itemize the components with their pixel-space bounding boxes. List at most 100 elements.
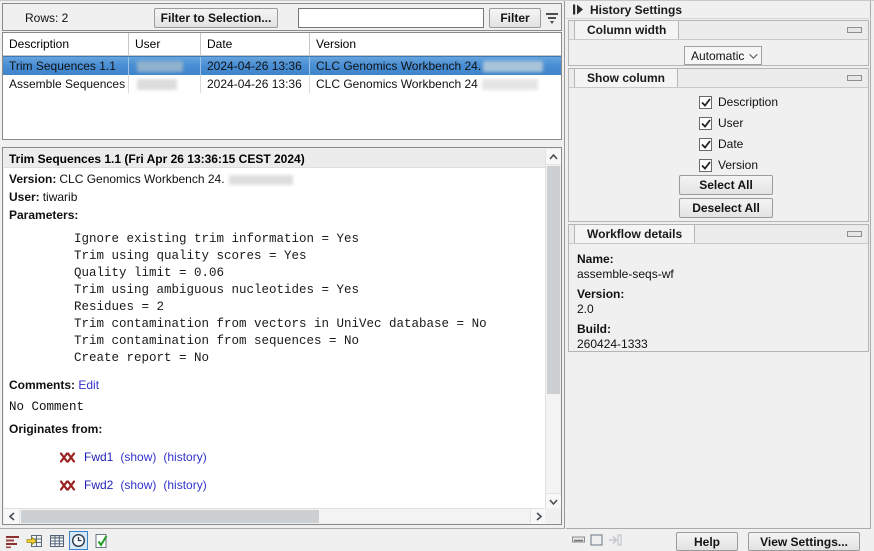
dock-panel-icon — [608, 534, 622, 546]
column-header-date[interactable]: Date — [201, 33, 310, 55]
parameter-line: Trim contamination from sequences = No — [74, 333, 546, 350]
chevron-down-icon — [749, 50, 757, 58]
table-row[interactable]: Trim Sequences 1.1 2024-04-26 13:36 CLC … — [3, 56, 561, 75]
cell-description: Assemble Sequences — [3, 75, 129, 93]
checkbox-description[interactable]: Description — [699, 95, 778, 109]
parameter-line: Ignore existing trim information = Yes — [74, 231, 546, 248]
workflow-details-body: Name: assemble-seqs-wf Version: 2.0 Buil… — [569, 244, 868, 352]
checkbox-checked-icon[interactable] — [699, 96, 712, 109]
checkbox-checked-icon[interactable] — [699, 159, 712, 172]
collapse-section-icon[interactable] — [847, 75, 862, 81]
cell-user — [129, 57, 201, 75]
table-row[interactable]: Assemble Sequences 2024-04-26 13:36 CLC … — [3, 75, 561, 93]
checkbox-label: Description — [718, 95, 778, 109]
horizontal-scrollbar-thumb[interactable] — [21, 510, 319, 523]
parameter-line: Quality limit = 0.06 — [74, 265, 546, 282]
cell-version: CLC Genomics Workbench 24. — [310, 57, 561, 75]
settings-panel-header: History Settings — [566, 1, 871, 19]
sequence-icon — [59, 452, 77, 463]
checkbox-date[interactable]: Date — [699, 137, 743, 151]
redacted-version-detail — [229, 175, 293, 185]
history-detail-panel: Trim Sequences 1.1 (Fri Apr 26 13:36:15 … — [2, 147, 562, 525]
column-width-section: Column width Automatic — [568, 20, 869, 66]
table-view-icon[interactable] — [47, 531, 66, 550]
history-view-window: Rows: 2 Filter to Selection... Filter De… — [0, 0, 874, 551]
workflow-name-label: Name: — [577, 252, 868, 267]
parameter-line: Create report = No — [74, 350, 546, 367]
cell-description: Trim Sequences 1.1 — [3, 57, 129, 75]
table-export-view-icon[interactable] — [25, 531, 44, 550]
checkbox-checked-icon[interactable] — [699, 117, 712, 130]
scroll-left-icon[interactable] — [4, 509, 20, 524]
summary-view-icon[interactable] — [3, 531, 22, 550]
advanced-filter-icon[interactable] — [544, 10, 560, 26]
column-width-dropdown[interactable]: Automatic — [684, 46, 762, 65]
column-header-user[interactable]: User — [129, 33, 201, 55]
checkbox-label: Date — [718, 137, 743, 151]
cell-version: CLC Genomics Workbench 24 — [310, 75, 561, 93]
checkbox-user[interactable]: User — [699, 116, 743, 130]
redacted-version-value — [483, 61, 543, 72]
column-header-description[interactable]: Description — [3, 33, 129, 55]
parameter-line: Trim contamination from vectors in UniVe… — [74, 316, 546, 333]
column-header-version[interactable]: Version — [310, 33, 561, 55]
select-all-button[interactable]: Select All — [679, 175, 773, 195]
deselect-all-button[interactable]: Deselect All — [679, 198, 773, 218]
view-settings-button[interactable]: View Settings... — [748, 532, 860, 551]
history-entry-details: Trim Sequences 1.1 (Fri Apr 26 13:36:15 … — [4, 149, 546, 509]
history-view-icon[interactable] — [69, 531, 88, 550]
element-info-view-icon[interactable] — [91, 531, 110, 550]
section-title: Workflow details — [574, 224, 695, 243]
collapse-panel-icon[interactable] — [572, 4, 584, 15]
panel-edge-divider — [870, 1, 871, 551]
checkbox-checked-icon[interactable] — [699, 138, 712, 151]
cell-date: 2024-04-26 13:36 — [201, 75, 310, 93]
redacted-version-value — [482, 79, 538, 90]
float-panel-icon[interactable] — [590, 534, 603, 546]
scroll-right-icon[interactable] — [530, 509, 546, 524]
parameter-line: Trim using ambiguous nucleotides = Yes — [74, 282, 546, 299]
parameters-label: Parameters: — [4, 209, 546, 222]
help-button[interactable]: Help — [676, 532, 738, 551]
section-title: Show column — [574, 68, 678, 87]
origin-item: Fwd2 (show) (history) — [59, 478, 546, 492]
workflow-version-value: 2.0 — [577, 302, 868, 317]
workflow-build-value: 260424-1333 — [577, 337, 868, 352]
comment-text: No Comment — [4, 400, 546, 414]
table-header-row: Description User Date Version — [3, 33, 561, 56]
checkbox-label: Version — [718, 158, 758, 172]
show-link[interactable]: (show) — [120, 478, 156, 492]
settings-bottom-bar: Help View Settings... — [566, 528, 871, 551]
checkbox-version[interactable]: Version — [699, 158, 758, 172]
history-link[interactable]: (history) — [163, 478, 206, 492]
parameter-line: Residues = 2 — [74, 299, 546, 316]
sequence-icon — [59, 480, 77, 491]
vertical-scrollbar-thumb[interactable] — [547, 166, 560, 394]
show-link[interactable]: (show) — [120, 450, 156, 464]
origin-item: Fwd1 (show) (history) — [59, 450, 546, 464]
cell-user — [129, 75, 201, 93]
parameters-list: Ignore existing trim information = Yes T… — [74, 231, 546, 367]
collapse-section-icon[interactable] — [847, 27, 862, 33]
history-panel: Rows: 2 Filter to Selection... Filter De… — [0, 1, 565, 551]
history-table: Description User Date Version Trim Seque… — [2, 32, 562, 140]
filter-button[interactable]: Filter — [489, 8, 541, 28]
horizontal-scrollbar[interactable] — [4, 508, 546, 523]
dropdown-value: Automatic — [691, 49, 744, 63]
filter-to-selection-button[interactable]: Filter to Selection... — [154, 8, 278, 28]
collapse-section-icon[interactable] — [847, 231, 862, 237]
filter-input[interactable] — [298, 8, 484, 28]
minimize-panel-icon[interactable] — [572, 534, 585, 544]
workflow-details-section: Workflow details Name: assemble-seqs-wf … — [568, 224, 869, 352]
scroll-up-icon[interactable] — [546, 149, 561, 165]
checkbox-label: User — [718, 116, 743, 130]
section-header: Show column — [569, 69, 868, 88]
edit-comments-link[interactable]: Edit — [78, 378, 99, 392]
vertical-scrollbar[interactable] — [545, 149, 560, 509]
section-title: Column width — [574, 20, 679, 39]
view-switcher-strip — [0, 528, 565, 551]
scroll-down-icon[interactable] — [546, 493, 561, 509]
redacted-user-value — [137, 61, 183, 72]
rows-count-label: Rows: 2 — [25, 11, 68, 25]
history-link[interactable]: (history) — [163, 450, 206, 464]
